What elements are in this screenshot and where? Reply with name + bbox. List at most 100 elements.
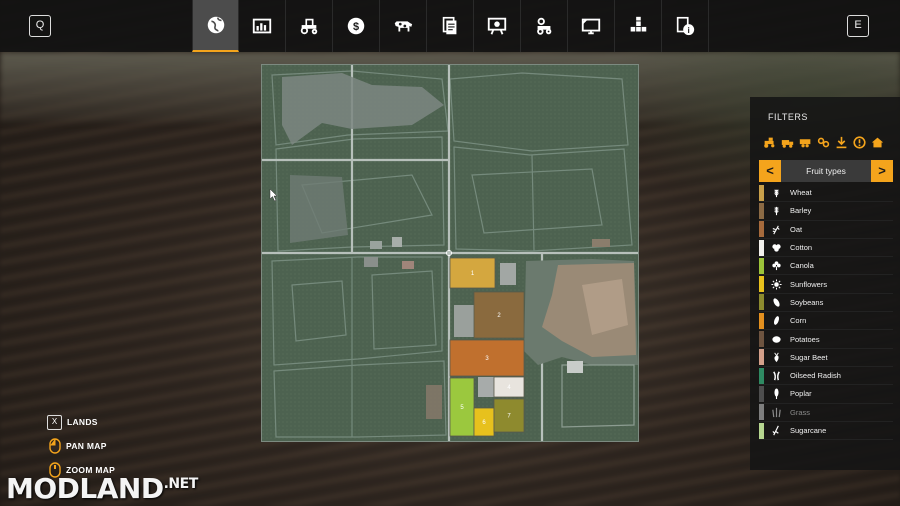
- alert-filter-icon[interactable]: [852, 135, 866, 149]
- fruit-color-swatch: [759, 221, 764, 238]
- tab-production[interactable]: [615, 0, 662, 52]
- fruit-item-potatoes[interactable]: Potatoes: [759, 330, 893, 349]
- fruit-name: Grass: [790, 407, 811, 417]
- tractor-icon: [300, 18, 318, 35]
- fruit-name: Corn: [790, 316, 807, 326]
- fruit-item-sunflowers[interactable]: Sunflowers: [759, 275, 893, 294]
- help-icon: i: [676, 16, 695, 36]
- selector-prev-button[interactable]: <: [759, 160, 781, 182]
- control-pan-map[interactable]: PAN MAP: [47, 434, 115, 458]
- fruit-color-swatch: [759, 312, 764, 329]
- fruit-name: Sugar Beet: [790, 352, 828, 362]
- top-menu-bar: Q $ i E: [0, 0, 900, 52]
- trailer-filter-icon[interactable]: [798, 135, 812, 149]
- map-building: [567, 361, 583, 373]
- home-filter-icon[interactable]: [870, 135, 884, 149]
- fruit-name: Soybeans: [790, 297, 824, 307]
- ingame-map[interactable]: 1234567: [261, 64, 639, 442]
- presentation-icon: [487, 17, 507, 35]
- fruit-name: Wheat: [790, 188, 812, 198]
- fruit-item-poplar[interactable]: Poplar: [759, 385, 893, 404]
- vehicle-settings-icon: [537, 17, 552, 35]
- fruit-item-wheat[interactable]: Wheat: [759, 184, 893, 203]
- fruit-color-swatch: [759, 239, 764, 256]
- dollar-icon: $: [347, 17, 365, 35]
- tab-vehicle-settings[interactable]: [521, 0, 568, 52]
- fruit-type-list: Wheat Barley Oat Cotton Canola Sunflowers Soyb…: [759, 184, 893, 441]
- prev-page-key[interactable]: Q: [29, 15, 51, 37]
- fruit-item-barley[interactable]: Barley: [759, 202, 893, 221]
- lands-key: X: [47, 414, 62, 430]
- oat-icon: [770, 223, 782, 235]
- map-building-silo: [500, 263, 516, 285]
- fruit-item-soybeans[interactable]: Soybeans: [759, 294, 893, 313]
- fruit-name: Sunflowers: [790, 279, 828, 289]
- canola-icon: [770, 260, 782, 272]
- fruit-color-swatch: [759, 294, 764, 311]
- fruit-color-swatch: [759, 385, 764, 402]
- contracts-icon: [442, 16, 457, 35]
- fruit-item-oat[interactable]: Oat: [759, 221, 893, 239]
- fruit-color-swatch: [759, 257, 764, 274]
- fruit-item-oilseed-radish[interactable]: Oilseed Radish: [759, 367, 893, 386]
- fruit-name: Sugarcane: [790, 426, 827, 435]
- menu-tabs: $ i: [192, 0, 709, 52]
- sugarbeet-icon: [770, 351, 782, 363]
- production-icon: [630, 16, 647, 32]
- tab-finances[interactable]: $: [333, 0, 380, 52]
- fruit-name: Canola: [790, 261, 814, 271]
- fruit-item-sugarcane[interactable]: Sugarcane: [759, 422, 893, 441]
- fruit-item-grass[interactable]: Grass: [759, 404, 893, 422]
- tab-animals[interactable]: [380, 0, 427, 52]
- barley-icon: [770, 205, 782, 217]
- download-filter-icon[interactable]: [834, 135, 848, 149]
- filter-type-selector: < Fruit types >: [759, 160, 893, 182]
- fruit-color-swatch: [759, 202, 764, 219]
- fruit-color-swatch: [759, 349, 764, 366]
- fruit-item-corn[interactable]: Corn: [759, 312, 893, 331]
- soybean-icon: [770, 296, 782, 308]
- map-building-shed: [478, 377, 494, 397]
- tab-settings[interactable]: [568, 0, 615, 52]
- tab-vehicles[interactable]: [286, 0, 333, 52]
- tab-contracts[interactable]: [427, 0, 474, 52]
- fruit-name: Poplar: [790, 389, 812, 399]
- watermark-main: MODLAND: [6, 472, 164, 505]
- fruit-name: Oilseed Radish: [790, 371, 841, 381]
- monitor-icon: [581, 18, 601, 35]
- watermark-logo: MODLAND.NET: [6, 472, 198, 505]
- fruit-item-canola[interactable]: Canola: [759, 257, 893, 276]
- tab-statistics[interactable]: [239, 0, 286, 52]
- radish-icon: [770, 370, 782, 382]
- control-lands[interactable]: X LANDS: [47, 410, 115, 434]
- fruit-item-sugar-beet[interactable]: Sugar Beet: [759, 349, 893, 367]
- fruit-name: Potatoes: [790, 334, 820, 344]
- globe-icon: [207, 16, 224, 34]
- selector-next-button[interactable]: >: [871, 160, 893, 182]
- map-canvas: 1234567: [262, 65, 638, 441]
- mouse-left-icon: [47, 438, 62, 455]
- fruit-name: Oat: [790, 224, 803, 234]
- truck-filter-icon[interactable]: [780, 135, 794, 149]
- tractor-filter-icon[interactable]: [762, 135, 776, 149]
- tab-help[interactable]: i: [662, 0, 709, 52]
- filter-category-icons: [762, 135, 884, 149]
- watermark-suffix: .NET: [163, 476, 199, 492]
- pan-map-label: PAN MAP: [66, 441, 107, 451]
- tab-map[interactable]: [192, 0, 239, 52]
- fruit-color-swatch: [759, 184, 764, 201]
- map-building-barn: [454, 305, 474, 337]
- grass-icon: [770, 406, 782, 418]
- fruit-item-cotton[interactable]: Cotton: [759, 239, 893, 258]
- fruit-name: Cotton: [790, 243, 813, 253]
- fruit-color-swatch: [759, 422, 764, 439]
- cotton-icon: [770, 242, 782, 254]
- svg-text:$: $: [353, 21, 359, 33]
- tools-filter-icon[interactable]: [816, 135, 830, 149]
- sugarcane-icon: [770, 425, 782, 437]
- tab-tutorials[interactable]: [474, 0, 521, 52]
- potato-icon: [770, 333, 782, 345]
- next-page-key[interactable]: E: [847, 15, 869, 37]
- fruit-color-swatch: [759, 404, 764, 421]
- wheat-icon: [770, 187, 782, 199]
